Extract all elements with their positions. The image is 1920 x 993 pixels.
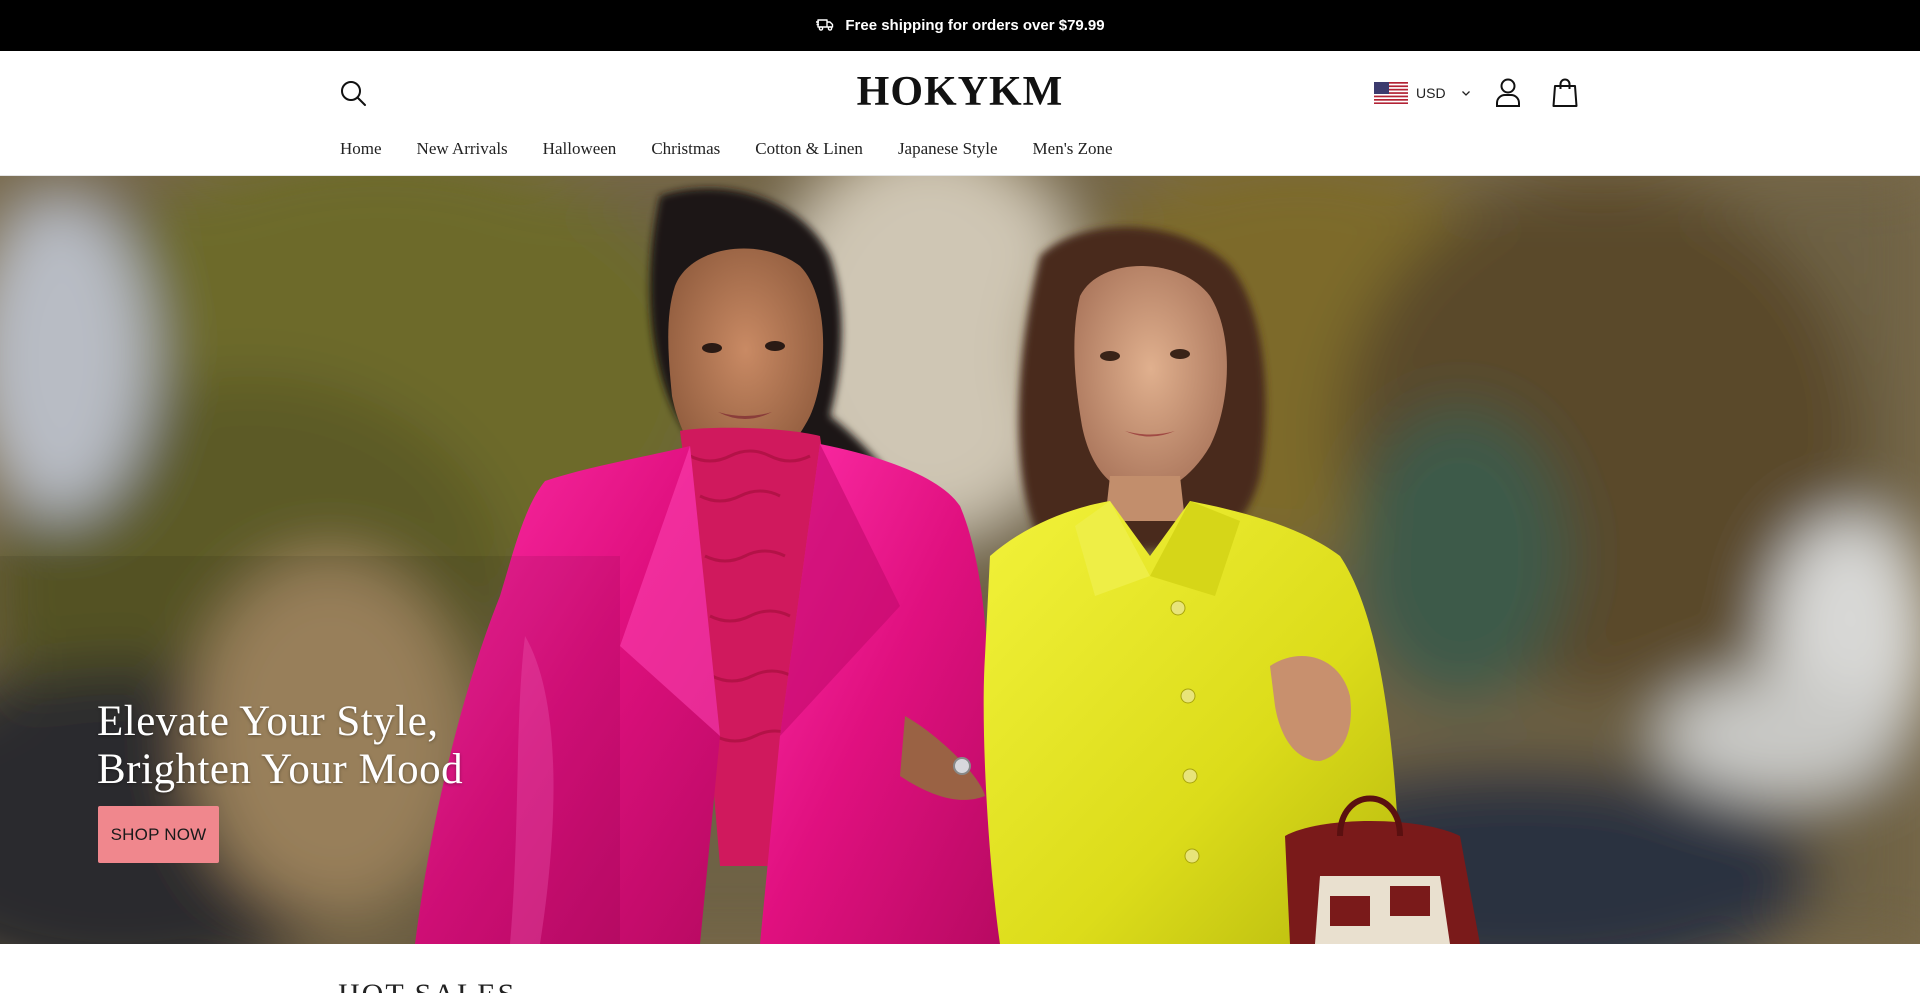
nav-item-home[interactable]: Home bbox=[340, 139, 382, 159]
nav-item-japanese-style[interactable]: Japanese Style bbox=[898, 139, 998, 159]
logo-wrapper: HOKYKM bbox=[0, 68, 1920, 116]
nav-item-halloween[interactable]: Halloween bbox=[543, 139, 617, 159]
announcement-text: Free shipping for orders over $79.99 bbox=[845, 17, 1105, 34]
main-navigation: Home New Arrivals Halloween Christmas Co… bbox=[340, 139, 1113, 159]
hero-headline: Elevate Your Style, Brighten Your Mood bbox=[97, 698, 463, 794]
site-logo[interactable]: HOKYKM bbox=[857, 69, 1064, 115]
us-flag-icon bbox=[1374, 82, 1408, 104]
announcement-bar: Free shipping for orders over $79.99 bbox=[0, 0, 1920, 51]
search-icon[interactable] bbox=[338, 78, 368, 108]
hero-banner: Elevate Your Style, Brighten Your Mood S… bbox=[0, 176, 1920, 944]
nav-item-cotton-linen[interactable]: Cotton & Linen bbox=[755, 139, 863, 159]
shop-now-button[interactable]: SHOP NOW bbox=[98, 806, 219, 863]
chevron-down-icon bbox=[1461, 91, 1470, 96]
hero-headline-line-2: Brighten Your Mood bbox=[97, 746, 464, 793]
account-icon[interactable] bbox=[1494, 76, 1522, 108]
cart-bag-icon[interactable] bbox=[1551, 76, 1579, 108]
nav-item-christmas[interactable]: Christmas bbox=[651, 139, 720, 159]
delivery-truck-icon bbox=[815, 14, 835, 38]
hero-headline-line-1: Elevate Your Style, bbox=[97, 698, 439, 745]
nav-item-mens-zone[interactable]: Men's Zone bbox=[1033, 139, 1113, 159]
currency-selector[interactable]: USD bbox=[1374, 80, 1472, 106]
nav-item-new-arrivals[interactable]: New Arrivals bbox=[417, 139, 508, 159]
section-title-hot-sales: HOT SALES bbox=[338, 978, 516, 993]
hero-image[interactable] bbox=[0, 176, 1920, 944]
site-header: HOKYKM USD Home New Arrivals Halloween C… bbox=[0, 51, 1920, 176]
currency-code: USD bbox=[1416, 85, 1446, 101]
